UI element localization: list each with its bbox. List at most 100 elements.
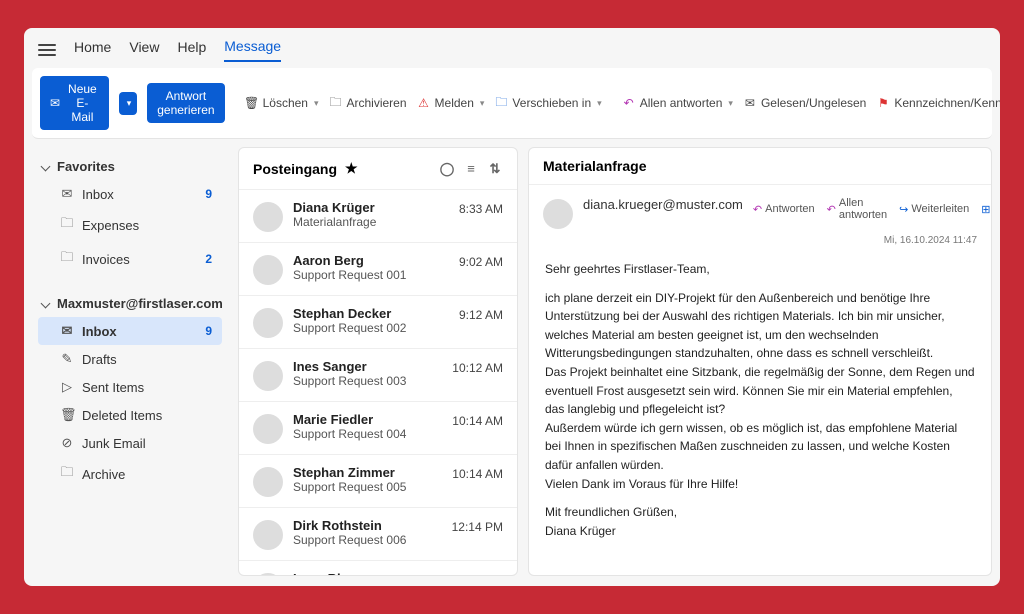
folder-icon: ⊘ [60, 435, 74, 451]
subject: Support Request 006 [293, 533, 442, 547]
favorite-invoices[interactable]: 🗀Invoices2 [38, 242, 222, 276]
mailbox-drafts[interactable]: ✎Drafts [38, 345, 222, 373]
favorite-inbox[interactable]: ✉Inbox9 [38, 180, 222, 208]
delete-action[interactable]: 🗑 Löschen▾ [245, 96, 319, 110]
message-row[interactable]: Stephan DeckerSupport Request 002 9:12 AM [239, 295, 517, 348]
message-row[interactable]: Marie FiedlerSupport Request 004 10:14 AM [239, 401, 517, 454]
mailbox-sent-items[interactable]: ▷Sent Items [38, 373, 222, 401]
message-row[interactable]: Diana KrügerMaterialanfrage 8:33 AM [239, 189, 517, 242]
message-row[interactable]: Stephan ZimmerSupport Request 005 10:14 A… [239, 454, 517, 507]
folder-icon: 🗑 [60, 407, 74, 423]
time: 10:14 AM [452, 467, 503, 481]
folder-icon: 🗀 [60, 248, 74, 270]
time: 12:14 PM [452, 520, 503, 534]
mail-icon: ✉ [50, 96, 60, 110]
mailbox-junk-email[interactable]: ⊘Junk Email [38, 429, 222, 457]
main-area: Favorites ✉Inbox9🗀Expenses🗀Invoices2 Max… [24, 139, 1000, 586]
sender-avatar [543, 199, 573, 229]
menubar: Home View Help Message [24, 28, 1000, 68]
envelope-open-icon: ✉ [743, 96, 757, 110]
avatar [253, 361, 283, 391]
message-row[interactable]: Aaron BergSupport Request 0019:02 AM [239, 242, 517, 295]
hamburger-icon[interactable] [38, 44, 56, 56]
select-icon[interactable]: ◯ [439, 161, 455, 177]
flag-action[interactable]: ⚑ Kennzeichnen/Kennzeichnung aufheben▾ [876, 96, 1000, 110]
reading-pane: Materialanfrage diana.krueger@muster.com… [528, 147, 992, 576]
generate-reply-button[interactable]: Antwort generieren [147, 83, 224, 123]
time: 10:12 AM [452, 361, 503, 375]
menu-home[interactable]: Home [74, 39, 111, 61]
ribbon: ✉ Neue E-Mail ▾ Antwort generieren 🗑 Lös… [32, 68, 992, 139]
avatar [253, 414, 283, 444]
read-unread-action[interactable]: ✉ Gelesen/Ungelesen [743, 96, 866, 110]
sender: Leon Blau [293, 571, 448, 575]
sender: Stephan Decker [293, 306, 449, 321]
reply-all-icon: ↶ [827, 203, 836, 216]
folder-icon: 🗀 [60, 214, 74, 236]
mail-body: Sehr geehrtes Firstlaser-Team, ich plane… [529, 250, 991, 560]
subject: Support Request 004 [293, 427, 442, 441]
avatar [253, 467, 283, 497]
folder-icon: ✉ [60, 186, 74, 202]
avatar [253, 202, 283, 232]
trash-icon: 🗑 [245, 96, 259, 110]
star-icon[interactable]: ★ [345, 160, 358, 177]
menu-help[interactable]: Help [177, 39, 206, 61]
sort-icon[interactable]: ⇅ [487, 161, 503, 177]
move-action[interactable]: 🗀 Verschieben in▾ [494, 96, 601, 110]
forward-button[interactable]: ↪Weiterleiten [899, 203, 969, 216]
favorites-header[interactable]: Favorites [38, 153, 222, 180]
folder-icon: ✎ [60, 351, 74, 367]
time: 10:14 AM [452, 414, 503, 428]
avatar [253, 255, 283, 285]
menu-message[interactable]: Message [224, 38, 281, 62]
subject: Support Request 002 [293, 321, 449, 335]
new-mail-button[interactable]: ✉ Neue E-Mail [40, 76, 109, 130]
folder-icon: 🗀 [60, 463, 74, 485]
message-row[interactable]: Leon BlauSupport Request 0072:09 PM [239, 560, 517, 575]
time: 2:09 PM [458, 573, 503, 575]
folder-icon: ▷ [60, 379, 74, 395]
flag-icon: ⚑ [876, 96, 890, 110]
message-row[interactable]: Dirk RothsteinSupport Request 006 12:14 P… [239, 507, 517, 560]
message-row[interactable]: Ines SangerSupport Request 003 10:12 AM [239, 348, 517, 401]
reply-all-action[interactable]: ↶ Allen antworten▾ [622, 96, 733, 110]
reply-button[interactable]: ↶Antworten [753, 203, 815, 216]
archive-action[interactable]: 🗀 Archivieren [329, 96, 407, 110]
time: 9:12 AM [459, 308, 503, 322]
sender-email: diana.krueger@muster.com [583, 197, 743, 212]
report-icon: ⚠ [417, 96, 431, 110]
subject: Materialanfrage [293, 215, 449, 229]
mailbox-deleted-items[interactable]: 🗑Deleted Items [38, 401, 222, 429]
folder-icon: ✉ [60, 323, 74, 339]
mail-date: Mi, 16.10.2024 11:47 [529, 235, 991, 250]
account-header[interactable]: Maxmuster@firstlaser.com [38, 290, 222, 317]
folder-title: Posteingang [253, 161, 337, 177]
avatar [253, 573, 283, 575]
subject: Support Request 003 [293, 374, 442, 388]
message-list: Posteingang ★ ◯ ≡ ⇅ Diana KrügerMaterial… [238, 147, 518, 576]
report-action[interactable]: ⚠ Melden▾ [417, 96, 485, 110]
filter-icon[interactable]: ≡ [463, 161, 479, 176]
sender: Marie Fiedler [293, 412, 442, 427]
archive-icon: 🗀 [329, 96, 343, 110]
apps-button[interactable]: ⊞ [981, 203, 990, 216]
new-mail-dropdown[interactable]: ▾ [119, 92, 138, 115]
sender: Dirk Rothstein [293, 518, 442, 533]
mail-subject: Materialanfrage [543, 158, 977, 174]
sender: Ines Sanger [293, 359, 442, 374]
mailbox-archive[interactable]: 🗀Archive [38, 457, 222, 491]
menu-view[interactable]: View [129, 39, 159, 61]
avatar [253, 520, 283, 550]
time: 8:33 AM [459, 202, 503, 216]
forward-icon: ↪ [899, 203, 908, 216]
reply-all-icon: ↶ [622, 96, 636, 110]
sender: Diana Krüger [293, 200, 449, 215]
subject: Support Request 005 [293, 480, 442, 494]
sender: Stephan Zimmer [293, 465, 442, 480]
time: 9:02 AM [459, 255, 503, 269]
favorite-expenses[interactable]: 🗀Expenses [38, 208, 222, 242]
mailbox-inbox[interactable]: ✉Inbox9 [38, 317, 222, 345]
reply-all-button[interactable]: ↶Allen antworten [827, 197, 888, 221]
avatar [253, 308, 283, 338]
